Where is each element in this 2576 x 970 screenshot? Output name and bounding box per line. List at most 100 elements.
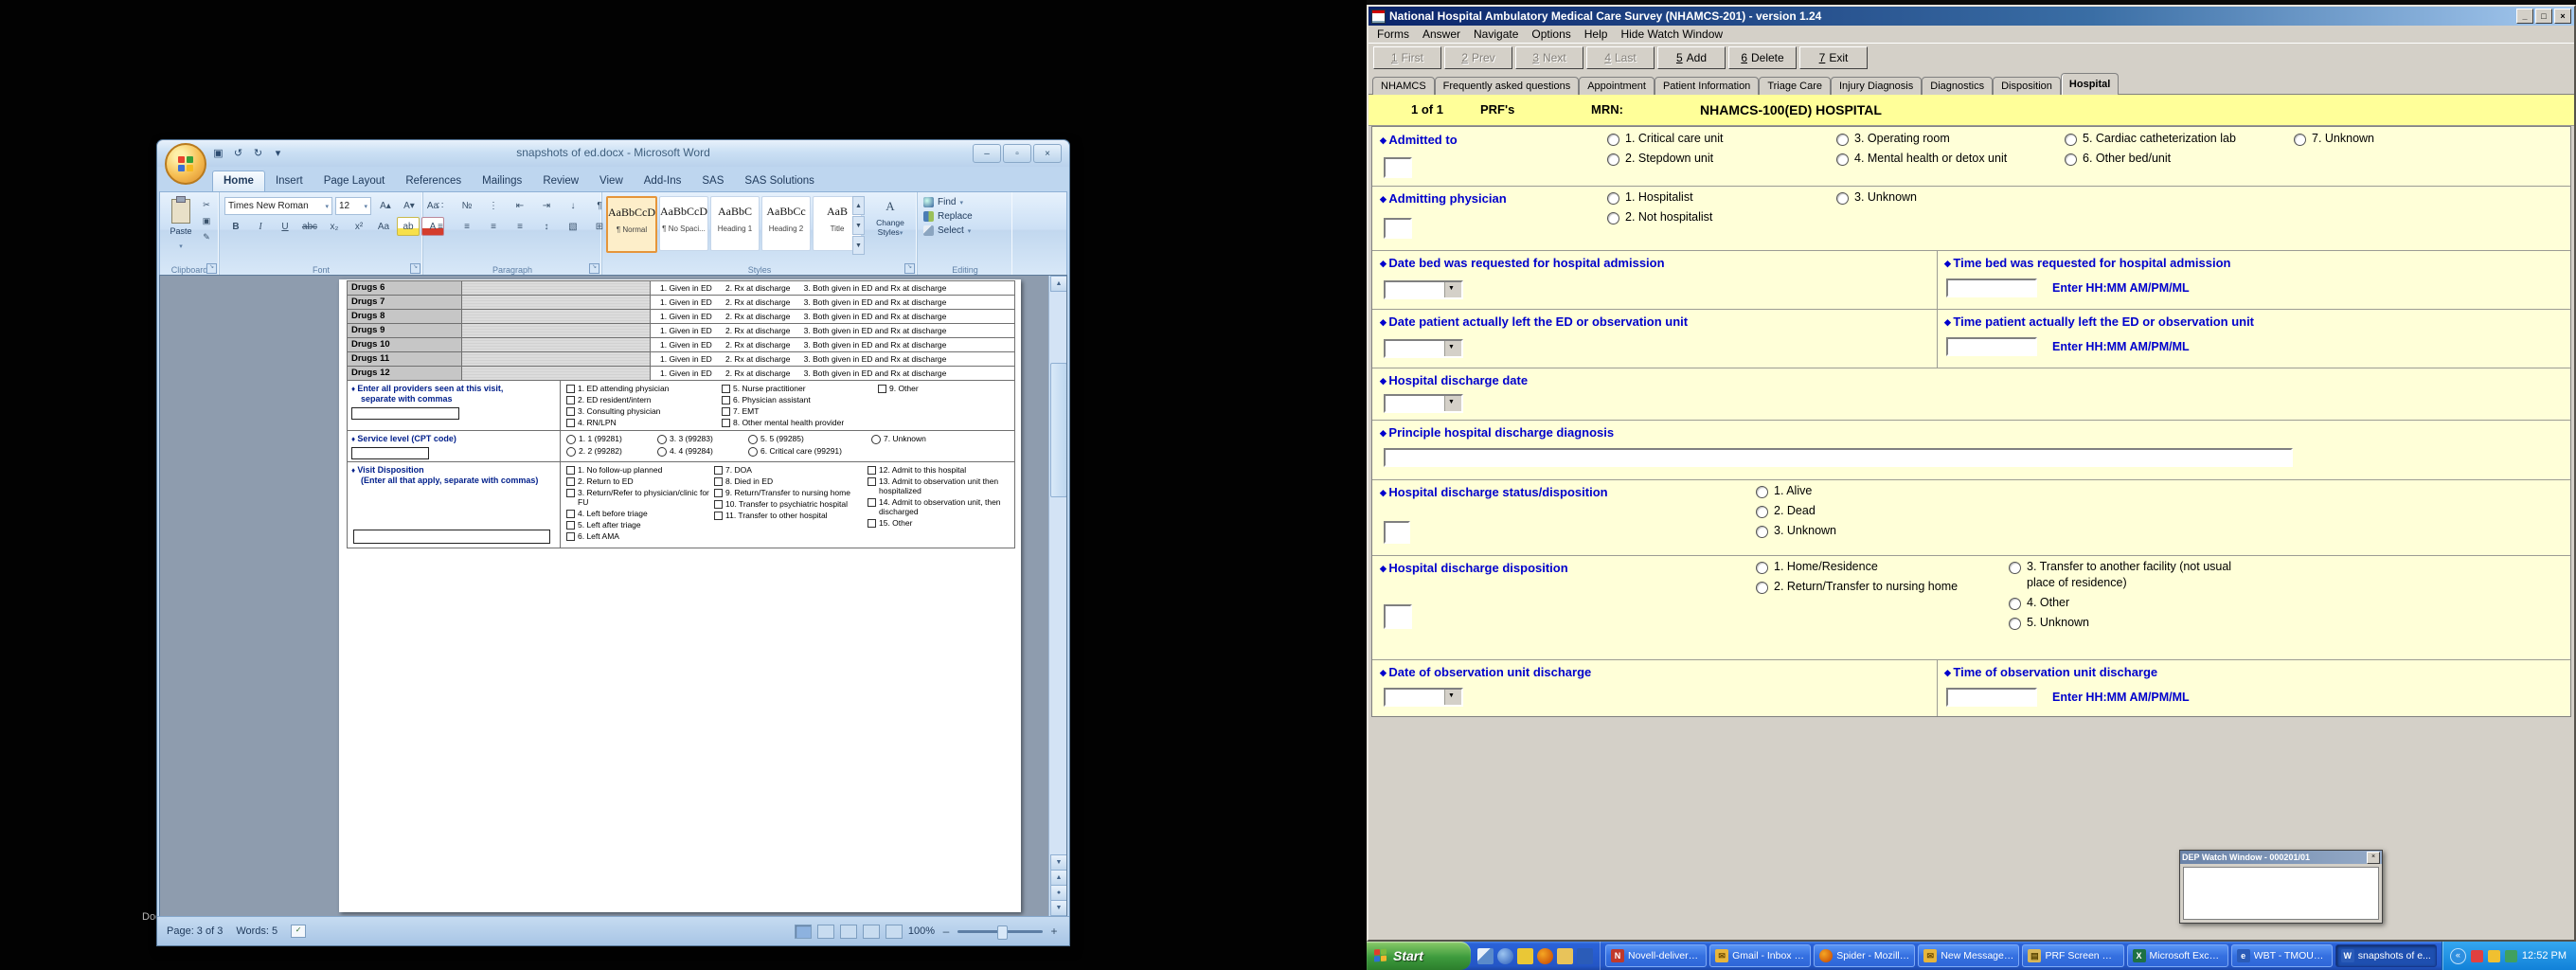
watch-window-list[interactable] xyxy=(2183,867,2379,920)
principle-diagnosis-input[interactable] xyxy=(1384,448,2293,467)
minimize-button[interactable]: _ xyxy=(2516,9,2533,24)
previous-page-icon[interactable]: ▲ xyxy=(1050,870,1067,886)
menu-item[interactable]: Navigate xyxy=(1467,26,1525,43)
tray-chevron-icon[interactable]: « xyxy=(2450,948,2466,964)
select-item[interactable]: Select ▾ xyxy=(923,225,976,236)
ribbon-tab[interactable]: Page Layout xyxy=(313,171,396,191)
task-snapshots[interactable]: W snapshots of e... xyxy=(2335,944,2437,967)
add-button[interactable]: 5Add xyxy=(1657,46,1726,69)
tab-hospital[interactable]: Hospital xyxy=(2061,73,2119,95)
underline-icon[interactable]: U xyxy=(274,217,296,236)
ie-icon[interactable] xyxy=(1497,948,1513,964)
tab-injury-diagnosis[interactable]: Injury Diagnosis xyxy=(1831,77,1922,95)
increase-indent-icon[interactable]: ⇥ xyxy=(534,196,559,215)
radio-icon[interactable] xyxy=(2065,153,2077,166)
word-icon[interactable] xyxy=(1577,948,1593,964)
radio-option[interactable]: 3. Unknown xyxy=(1836,189,1917,206)
date-left-dropdown[interactable] xyxy=(1384,339,1463,358)
align-right-icon[interactable]: ≡ xyxy=(481,217,506,236)
admitted-to-input[interactable] xyxy=(1384,157,1412,178)
discharge-date-dropdown[interactable] xyxy=(1384,394,1463,413)
close-button[interactable]: × xyxy=(1033,144,1062,163)
radio-icon[interactable] xyxy=(1836,134,1849,146)
ribbon-tab[interactable]: Home xyxy=(212,171,265,191)
next-page-icon[interactable]: ▼ xyxy=(1050,900,1067,916)
bullets-icon[interactable]: ∷ xyxy=(428,196,453,215)
tab-diagnostics[interactable]: Diagnostics xyxy=(1922,77,1993,95)
change-styles-button[interactable]: A Change Styles xyxy=(869,196,911,253)
task-new-message[interactable]: ✉ New Message - ... xyxy=(1918,944,2019,967)
delete-button[interactable]: 6Delete xyxy=(1728,46,1797,69)
restore-button[interactable]: ▫ xyxy=(1003,144,1031,163)
ribbon-tab[interactable]: References xyxy=(395,171,472,191)
radio-icon[interactable] xyxy=(2065,134,2077,146)
radio-option[interactable]: 5. Unknown xyxy=(2009,615,2245,631)
radio-icon[interactable] xyxy=(2009,562,2021,574)
minimize-button[interactable]: – xyxy=(973,144,1001,163)
tab-triage-care[interactable]: Triage Care xyxy=(1759,77,1831,95)
font-size-combo[interactable]: 12 xyxy=(335,197,371,215)
proofing-status-icon[interactable]: ✓ xyxy=(291,925,306,938)
maximize-button[interactable]: □ xyxy=(2535,9,2552,24)
radio-option[interactable]: 5. Cardiac catheterization lab xyxy=(2065,131,2236,147)
close-icon[interactable]: × xyxy=(2367,852,2380,864)
discharge-disposition-input[interactable] xyxy=(1384,604,1412,629)
tray-icon[interactable] xyxy=(2505,950,2517,962)
dialog-launcher-icon[interactable]: ↘ xyxy=(589,263,599,274)
radio-option[interactable]: 3. Transfer to another facility (not usu… xyxy=(2009,559,2245,591)
outline-view-icon[interactable] xyxy=(863,925,880,939)
copy-icon[interactable]: ▣ xyxy=(199,214,214,227)
numbering-icon[interactable]: № xyxy=(455,196,479,215)
radio-icon[interactable] xyxy=(1756,562,1768,574)
superscript-icon[interactable]: x² xyxy=(348,217,370,236)
radio-option[interactable]: 1. Home/Residence xyxy=(1756,559,1974,575)
time-observation-input[interactable] xyxy=(1946,688,2037,707)
radio-icon[interactable] xyxy=(1836,192,1849,205)
last-button[interactable]: 4Last xyxy=(1586,46,1655,69)
ribbon-tab[interactable]: Add-Ins xyxy=(634,171,692,191)
subscript-icon[interactable]: x₂ xyxy=(323,217,346,236)
select-browse-object-icon[interactable]: ● xyxy=(1050,885,1067,901)
zoom-out-button[interactable]: – xyxy=(940,925,952,938)
scroll-down-icon[interactable]: ▼ xyxy=(1050,854,1067,871)
menu-item[interactable]: Forms xyxy=(1370,26,1416,43)
dropdown-arrow-icon[interactable] xyxy=(1444,282,1461,297)
italic-icon[interactable]: I xyxy=(249,217,272,236)
task-novell[interactable]: N Novell-delivered ... xyxy=(1605,944,1707,967)
radio-icon[interactable] xyxy=(1756,506,1768,518)
gallery-up-icon[interactable]: ▲ xyxy=(852,196,865,215)
grow-font-icon[interactable]: A▴ xyxy=(374,196,397,215)
tray-icon[interactable] xyxy=(2471,950,2483,962)
web-layout-view-icon[interactable] xyxy=(840,925,857,939)
menu-item[interactable]: Answer xyxy=(1416,26,1467,43)
task-prf-screen-shots[interactable]: ▤ PRF Screen Shots xyxy=(2022,944,2123,967)
ribbon-tab[interactable]: SAS Solutions xyxy=(734,171,825,191)
exit-button[interactable]: 7Exit xyxy=(1799,46,1868,69)
justify-icon[interactable]: ≡ xyxy=(508,217,532,236)
time-left-input[interactable] xyxy=(1946,337,2037,356)
dialog-launcher-icon[interactable]: ↘ xyxy=(410,263,420,274)
mail-icon[interactable] xyxy=(1517,948,1533,964)
ribbon-tab[interactable]: View xyxy=(589,171,634,191)
tab-patient-information[interactable]: Patient Information xyxy=(1655,77,1759,95)
radio-icon[interactable] xyxy=(2009,618,2021,630)
shading-icon[interactable]: ▧ xyxy=(561,217,585,236)
redo-icon[interactable]: ↻ xyxy=(250,145,266,161)
ribbon-tab[interactable]: Review xyxy=(532,171,589,191)
case-icon[interactable]: Aa xyxy=(372,217,395,236)
radio-icon[interactable] xyxy=(1756,526,1768,538)
style-preview[interactable]: AaBbCcDc ¶ Normal xyxy=(606,196,657,253)
office-button[interactable] xyxy=(165,143,206,185)
full-screen-view-icon[interactable] xyxy=(817,925,834,939)
start-button[interactable]: Start xyxy=(1367,942,1471,970)
discharge-status-input[interactable] xyxy=(1384,521,1410,544)
radio-icon[interactable] xyxy=(1607,212,1619,225)
zoom-slider[interactable] xyxy=(957,930,1043,933)
show-desktop-icon[interactable] xyxy=(1477,948,1494,964)
admitting-physician-input[interactable] xyxy=(1384,218,1412,239)
first-button[interactable]: 1First xyxy=(1373,46,1441,69)
replace-item[interactable]: Replace xyxy=(923,211,976,222)
word-count[interactable]: Words: 5 xyxy=(236,925,277,937)
zoom-slider-thumb[interactable] xyxy=(997,925,1008,940)
radio-option[interactable]: 3. Operating room xyxy=(1836,131,2007,147)
